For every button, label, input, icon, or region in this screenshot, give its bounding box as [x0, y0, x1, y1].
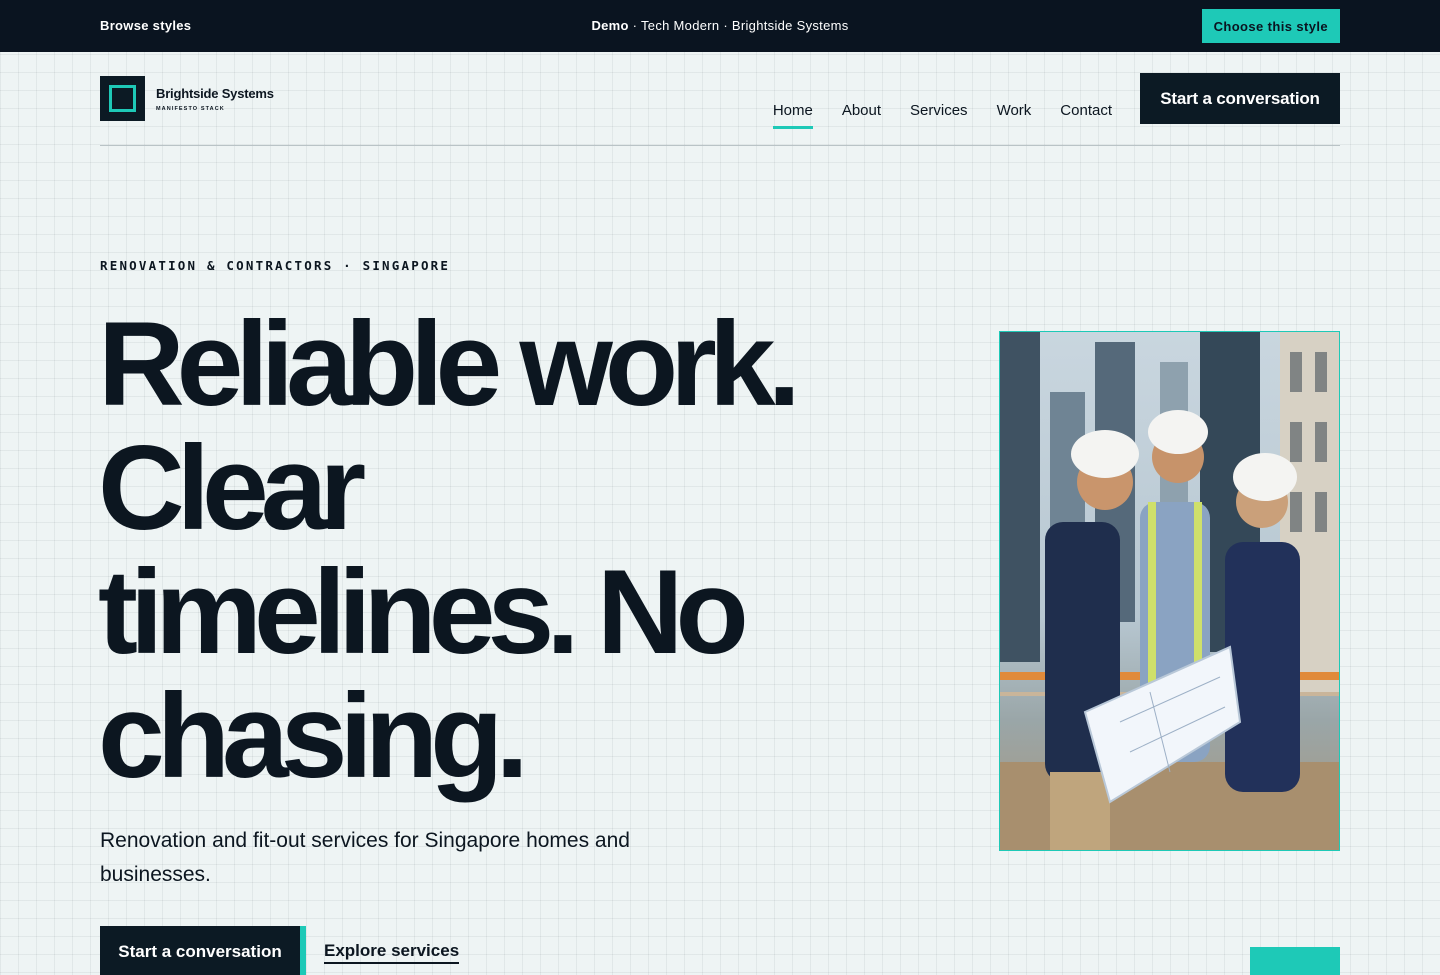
header-start-conversation-button[interactable]: Start a conversation — [1140, 73, 1340, 124]
nav-item-contact[interactable]: Contact — [1060, 102, 1112, 129]
headline-line-1: Reliable work. — [98, 297, 801, 431]
brand-logo[interactable]: Brightside Systems MANIFESTO STACK — [100, 76, 274, 121]
demo-info-text: · Tech Modern · Brightside Systems — [628, 18, 849, 33]
hero-eyebrow: RENOVATION & CONTRACTORS · SINGAPORE — [100, 258, 451, 273]
brand-name: Brightside Systems — [156, 85, 274, 101]
demo-label: Demo — [591, 18, 629, 33]
header-divider — [100, 145, 1340, 146]
construction-workers-illustration — [1000, 332, 1339, 850]
nav-item-services[interactable]: Services — [910, 102, 968, 129]
brand-tagline: MANIFESTO STACK — [156, 105, 225, 112]
hero-subhead: Renovation and fit-out services for Sing… — [100, 829, 630, 886]
nav-item-about[interactable]: About — [842, 102, 881, 129]
brand-text: Brightside Systems MANIFESTO STACK — [156, 86, 274, 112]
headline-line-2: Clear — [98, 421, 366, 555]
nav-item-work[interactable]: Work — [997, 102, 1032, 129]
demo-bar: Browse styles Demo · Tech Modern · Brigh… — [0, 0, 1440, 52]
browse-styles-link[interactable]: Browse styles — [100, 18, 191, 33]
accent-block — [1250, 947, 1340, 975]
hero-start-conversation-button[interactable]: Start a conversation — [100, 926, 300, 975]
headline-line-4: chasing. — [98, 669, 529, 803]
nav-item-home[interactable]: Home — [772, 102, 813, 129]
main-nav: Home About Services Work Contact — [772, 102, 1112, 129]
hero-photo — [999, 331, 1340, 851]
hero-headline: Reliable work. Clear timelines. No chasi… — [98, 302, 898, 798]
choose-style-button[interactable]: Choose this style — [1201, 9, 1340, 43]
headline-line-3: timelines. No — [98, 545, 749, 679]
logo-mark-inner — [109, 85, 136, 112]
square-outline-icon — [100, 76, 145, 121]
explore-services-link[interactable]: Explore services — [324, 941, 460, 964]
